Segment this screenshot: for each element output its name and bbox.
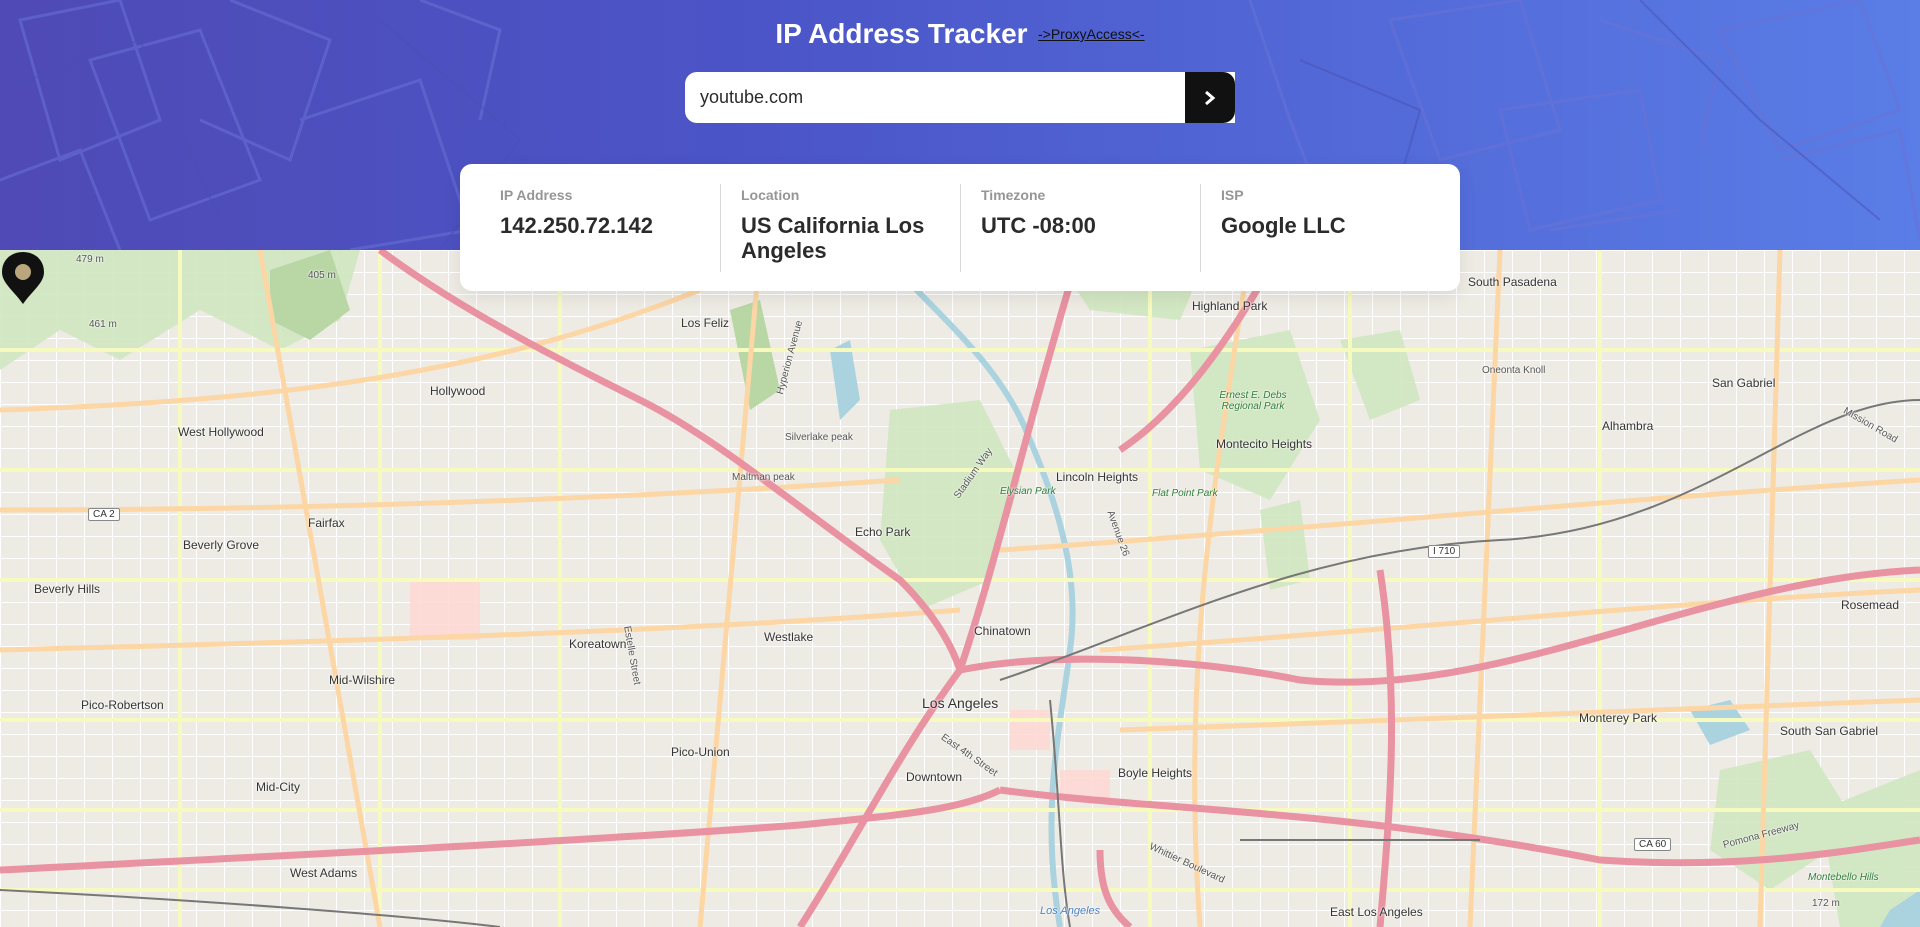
- timezone-value: UTC -08:00: [981, 213, 1096, 238]
- map-label-south-san-gabriel: South San Gabriel: [1780, 724, 1879, 738]
- route-shield-i710: I 710: [1428, 545, 1461, 558]
- map-label-flat-point-park: Flat Point Park: [1152, 488, 1218, 499]
- map-label-los-feliz: Los Feliz: [681, 316, 730, 330]
- map-label-downtown: Downtown: [906, 770, 963, 784]
- map-label-montecito-heights: Montecito Heights: [1216, 437, 1313, 451]
- map-label-boyle-heights: Boyle Heights: [1118, 766, 1193, 780]
- map-label-elysian-park: Elysian Park: [1000, 486, 1056, 497]
- map-label-echo-park: Echo Park: [855, 525, 911, 539]
- route-shield-ca60: CA 60: [1634, 838, 1672, 851]
- timezone-label: Timezone: [981, 187, 1046, 203]
- map-label-koreatown: Koreatown: [569, 637, 627, 651]
- map-label-oneonta-knoll: Oneonta Knoll: [1482, 365, 1546, 376]
- map-tiles: [0, 250, 1920, 927]
- map-label-elevation-172: 172 m: [1812, 898, 1840, 909]
- location-section: Location US California Los Angeles: [720, 184, 960, 272]
- map-label-mid-wilshire: Mid-Wilshire: [329, 673, 395, 687]
- map-label-san-gabriel: San Gabriel: [1712, 376, 1776, 390]
- map-label-pico-union: Pico-Union: [671, 745, 730, 759]
- map-label-los-angeles-river: Los Angeles: [1040, 905, 1101, 917]
- map-label-silverlake-peak: Silverlake peak: [785, 432, 853, 443]
- map-label-west-hollywood: West Hollywood: [178, 425, 264, 439]
- map-label-chinatown: Chinatown: [974, 624, 1031, 638]
- map-label-monterey-park: Monterey Park: [1579, 711, 1658, 725]
- map-view[interactable]: South Pasadena Highland Park Los Feliz H…: [0, 250, 1920, 927]
- map-label-montebello-hills: Montebello Hills: [1808, 872, 1879, 883]
- map-label-lincoln-heights: Lincoln Heights: [1056, 470, 1139, 484]
- ip-address-section: IP Address 142.250.72.142: [460, 184, 700, 272]
- location-pin-icon[interactable]: [0, 250, 46, 306]
- map-label-mid-city: Mid-City: [256, 780, 300, 794]
- isp-section: ISP Google LLC: [1200, 184, 1440, 272]
- search-input[interactable]: youtube.com: [685, 72, 1235, 123]
- map-label-elevation-461: 461 m: [89, 319, 117, 330]
- map-label-pico-robertson: Pico-Robertson: [81, 698, 164, 712]
- location-value: US California Los Angeles: [741, 213, 925, 263]
- chevron-right-icon: [1205, 90, 1216, 105]
- ip-info-card: IP Address 142.250.72.142 Location US Ca…: [460, 164, 1460, 291]
- map-label-fairfax: Fairfax: [308, 516, 345, 530]
- isp-value: Google LLC: [1221, 213, 1346, 238]
- map-label-beverly-hills: Beverly Hills: [34, 582, 101, 596]
- map-label-west-adams: West Adams: [290, 866, 358, 880]
- map-label-alhambra: Alhambra: [1602, 419, 1654, 433]
- ip-address-label: IP Address: [500, 187, 573, 203]
- proxy-access-link[interactable]: ->ProxyAccess<-: [1038, 26, 1145, 42]
- map-label-highland-park: Highland Park: [1192, 299, 1268, 313]
- map-label-elevation-479: 479 m: [76, 254, 104, 265]
- map-label-beverly-grove: Beverly Grove: [183, 538, 260, 552]
- map-label-elevation-405: 405 m: [308, 270, 336, 281]
- search-submit-button[interactable]: [1185, 72, 1235, 123]
- page-title: IP Address Tracker: [775, 18, 1028, 49]
- location-label: Location: [741, 187, 800, 203]
- timezone-section: Timezone UTC -08:00: [960, 184, 1200, 272]
- map-label-east-los-angeles: East Los Angeles: [1330, 905, 1423, 919]
- isp-label: ISP: [1221, 187, 1244, 203]
- map-label-ernest-debs: Ernest E. Debs Regional Park: [1219, 390, 1287, 412]
- map-label-westlake: Westlake: [764, 630, 814, 644]
- map-label-maltman-peak: Maltman peak: [732, 472, 795, 483]
- map-label-hollywood: Hollywood: [430, 384, 486, 398]
- map-label-south-pasadena: South Pasadena: [1468, 275, 1557, 289]
- map-label-los-angeles: Los Angeles: [922, 695, 999, 711]
- route-shield-ca2: CA 2: [88, 508, 120, 521]
- map-label-rosemead: Rosemead: [1841, 598, 1900, 612]
- ip-address-value: 142.250.72.142: [500, 213, 653, 238]
